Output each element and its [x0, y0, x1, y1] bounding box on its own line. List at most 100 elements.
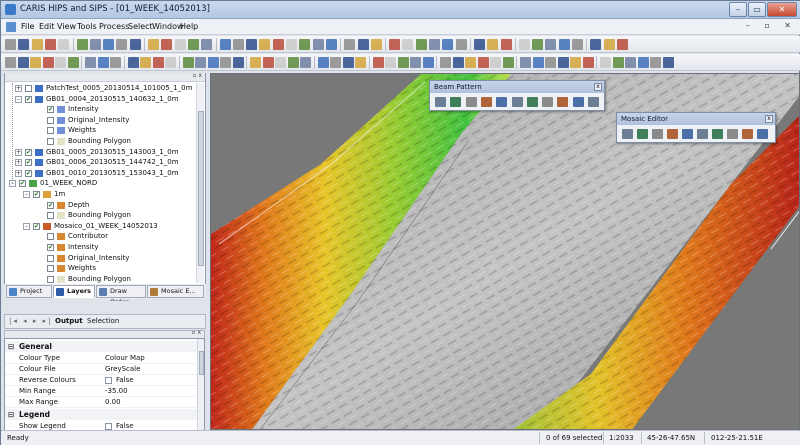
new-project-icon[interactable]: [344, 39, 356, 50]
reject-icon[interactable]: [452, 57, 464, 68]
mosaic-edit-tool-icon[interactable]: [652, 129, 663, 139]
beam-pattern-close-button[interactable]: x: [594, 83, 602, 91]
edit-tool-icon[interactable]: [5, 57, 16, 68]
accept-icon[interactable]: [545, 57, 556, 68]
layer-visibility-checkbox[interactable]: [47, 275, 54, 283]
open-icon[interactable]: [616, 39, 628, 50]
toolbar-tool-icon[interactable]: [397, 57, 409, 68]
toolbar-tool-icon[interactable]: [477, 57, 489, 68]
beam-pattern-tool-icon[interactable]: [542, 97, 554, 107]
beam-pattern-tool-icon[interactable]: [465, 97, 477, 107]
toolbar-tool-icon[interactable]: [317, 57, 329, 68]
tab-project[interactable]: Project: [6, 285, 52, 298]
layer-tree-item[interactable]: Contributor: [5, 231, 197, 242]
swath-icon[interactable]: [275, 57, 286, 68]
layer-tree-item[interactable]: – ✔ 01_WEEK_NORD: [5, 178, 197, 189]
swath-icon[interactable]: [600, 57, 611, 68]
open-icon[interactable]: [357, 39, 369, 50]
mosaic-editor-close-button[interactable]: x: [765, 115, 773, 123]
reject-icon[interactable]: [372, 57, 384, 68]
new-project-icon[interactable]: [429, 39, 440, 50]
toolbar-tool-icon[interactable]: [500, 39, 512, 50]
property-row[interactable]: Max Range 0.00: [5, 397, 204, 408]
tool-icon[interactable]: [232, 39, 244, 50]
swath-icon[interactable]: [440, 57, 451, 68]
print-icon[interactable]: [219, 39, 231, 50]
collapse-icon[interactable]: ⊟: [8, 341, 14, 352]
toolbar-tool-icon[interactable]: [161, 39, 173, 50]
swath-icon[interactable]: [355, 57, 366, 68]
menu-file[interactable]: File: [21, 22, 34, 31]
tab-layers[interactable]: Layers: [53, 285, 95, 298]
tool-icon[interactable]: [312, 39, 324, 50]
layer-visibility-checkbox[interactable]: ✔: [33, 222, 40, 230]
scrollbar-thumb[interactable]: [198, 111, 204, 266]
open-icon[interactable]: [187, 39, 199, 50]
mosaic-edit-tool-icon[interactable]: [667, 129, 678, 139]
properties-group-general[interactable]: ⊟ General: [5, 341, 204, 352]
layer-tree-item[interactable]: Bounding Polygon: [5, 136, 197, 147]
filter-icon[interactable]: [97, 57, 109, 68]
beam-pattern-tool-icon[interactable]: [435, 97, 446, 107]
layer-tree-item[interactable]: – ✔ GB01_0004_20130515_140632_1_0m: [5, 94, 197, 105]
layer-visibility-checkbox[interactable]: ✔: [47, 201, 54, 209]
close-button[interactable]: ✕: [767, 2, 797, 17]
maximize-button[interactable]: ▭: [748, 2, 766, 17]
edit-tool-icon[interactable]: [85, 57, 96, 68]
toolbar-tool-icon[interactable]: [246, 39, 258, 50]
save-icon[interactable]: [286, 39, 297, 50]
layer-tree-item[interactable]: + ✔ GB01_0006_20130515_144742_1_0m: [5, 157, 197, 168]
tool-icon[interactable]: [402, 39, 414, 50]
filter-icon[interactable]: [502, 57, 514, 68]
layer-visibility-checkbox[interactable]: ✔: [33, 191, 40, 198]
checkbox[interactable]: [105, 423, 112, 430]
collapse-icon[interactable]: –: [15, 95, 22, 103]
properties-pin-close[interactable]: ▫ x: [191, 329, 201, 336]
menu-process[interactable]: Process: [99, 22, 129, 31]
menu-help[interactable]: Help: [180, 22, 198, 31]
layer-visibility-checkbox[interactable]: ✔: [47, 244, 54, 251]
save-icon[interactable]: [201, 39, 213, 50]
print-icon[interactable]: [44, 39, 56, 50]
expand-icon[interactable]: +: [15, 148, 22, 156]
layer-visibility-checkbox[interactable]: [47, 116, 54, 124]
layers-scrollbar[interactable]: [196, 83, 204, 283]
save-icon[interactable]: [370, 39, 382, 50]
menu-window[interactable]: Window: [152, 22, 184, 31]
layer-visibility-checkbox[interactable]: ✔: [25, 148, 32, 156]
edit-tool-icon[interactable]: [570, 57, 581, 68]
new-project-icon[interactable]: [603, 39, 615, 50]
output-nav-arrows[interactable]: |◂ ◂ ▸ ▸|: [9, 317, 52, 325]
layer-visibility-checkbox[interactable]: ✔: [25, 159, 32, 167]
beam-pattern-tool-icon[interactable]: [480, 97, 492, 107]
save-icon[interactable]: [545, 39, 557, 50]
swath-icon[interactable]: [30, 57, 41, 68]
minimize-button[interactable]: –: [729, 2, 747, 17]
property-row[interactable]: Min Range -35.00: [5, 386, 204, 397]
layer-visibility-checkbox[interactable]: [47, 254, 54, 262]
mosaic-edit-tool-icon[interactable]: [727, 129, 738, 139]
beam-pattern-tool-icon[interactable]: [450, 97, 462, 107]
properties-group-legend[interactable]: ⊟ Legend: [5, 409, 204, 420]
tool-icon[interactable]: [487, 39, 499, 50]
layer-visibility-checkbox[interactable]: ✔: [19, 180, 26, 188]
reject-icon[interactable]: [532, 57, 544, 68]
mosaic-edit-tool-icon[interactable]: [712, 129, 723, 139]
accept-icon[interactable]: [140, 57, 151, 68]
layer-tree-item[interactable]: – ✔ 1m: [5, 189, 197, 200]
layer-visibility-checkbox[interactable]: [47, 265, 54, 273]
tool-icon[interactable]: [58, 39, 70, 50]
save-icon[interactable]: [116, 39, 128, 50]
toolbar-tool-icon[interactable]: [232, 57, 244, 68]
toolbar-tool-icon[interactable]: [67, 57, 79, 68]
tab-selection[interactable]: Selection: [87, 317, 119, 325]
layer-tree-item[interactable]: Bounding Polygon: [5, 210, 197, 221]
new-project-icon[interactable]: [174, 39, 186, 50]
layer-visibility-checkbox[interactable]: ✔: [47, 106, 54, 114]
checkbox[interactable]: [105, 377, 112, 384]
beam-pattern-tool-icon[interactable]: [557, 97, 569, 107]
panel-pin-close[interactable]: ▫ x: [192, 72, 202, 79]
swath-icon[interactable]: [195, 57, 206, 68]
print-icon[interactable]: [473, 39, 485, 50]
menu-select[interactable]: Select: [128, 22, 153, 31]
